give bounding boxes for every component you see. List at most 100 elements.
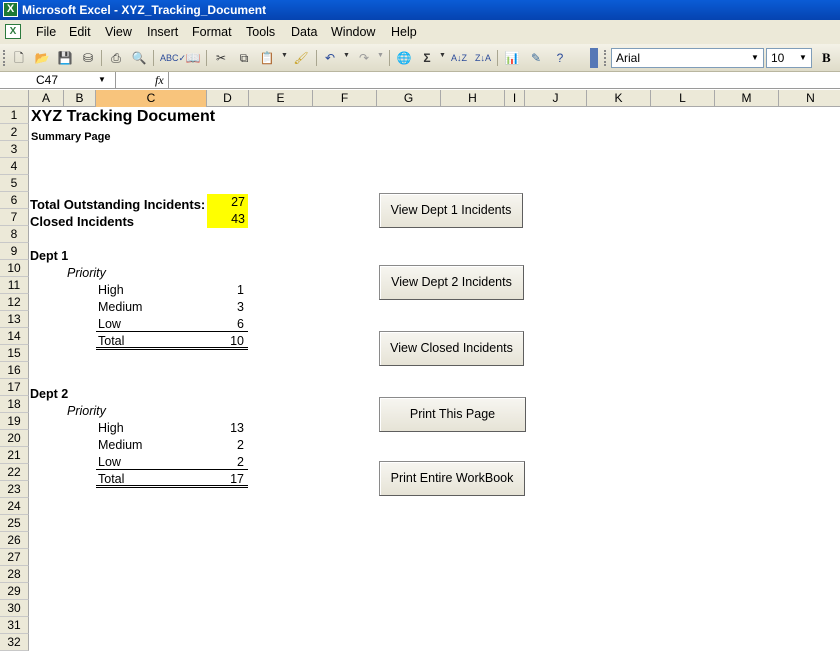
format-painter-icon[interactable]: 🖌 <box>292 49 310 67</box>
view-closed-incidents-button[interactable]: View Closed Incidents <box>379 331 524 366</box>
print-preview-icon[interactable]: 🔍 <box>130 49 148 67</box>
autosum-dropdown-icon[interactable]: ▼ <box>439 52 446 59</box>
column-header-h[interactable]: H <box>441 90 505 107</box>
menu-help[interactable]: Help <box>391 25 417 39</box>
redo-icon[interactable]: ↷ <box>355 49 373 67</box>
sort-ascending-icon[interactable]: A↓Z <box>450 49 468 67</box>
column-header-d[interactable]: D <box>207 90 249 107</box>
column-header-m[interactable]: M <box>715 90 779 107</box>
column-header-c[interactable]: C <box>96 90 207 107</box>
chevron-down-icon[interactable]: ▼ <box>796 50 810 66</box>
row-header[interactable]: 15 <box>0 345 29 362</box>
menu-format[interactable]: Format <box>192 25 232 39</box>
toolbar-grip[interactable] <box>3 50 6 66</box>
row-header[interactable]: 27 <box>0 549 29 566</box>
chevron-down-icon[interactable]: ▼ <box>98 75 106 84</box>
select-all-corner[interactable] <box>0 90 29 107</box>
bold-button[interactable]: B <box>822 50 831 66</box>
menu-tools[interactable]: Tools <box>246 25 275 39</box>
row-header[interactable]: 10 <box>0 260 29 277</box>
view-dept2-incidents-button[interactable]: View Dept 2 Incidents <box>379 265 524 300</box>
row-header[interactable]: 30 <box>0 600 29 617</box>
row-header[interactable]: 24 <box>0 498 29 515</box>
name-box[interactable]: C47 ▼ <box>0 72 116 89</box>
paste-icon[interactable]: 📋 <box>258 49 276 67</box>
copy-icon[interactable]: ⧉ <box>235 49 253 67</box>
column-header-k[interactable]: K <box>587 90 651 107</box>
row-header[interactable]: 20 <box>0 430 29 447</box>
column-header-l[interactable]: L <box>651 90 715 107</box>
menu-window[interactable]: Window <box>331 25 375 39</box>
help-icon[interactable]: ? <box>551 49 569 67</box>
column-header-n[interactable]: N <box>779 90 840 107</box>
row-header[interactable]: 4 <box>0 158 29 175</box>
row-header[interactable]: 17 <box>0 379 29 396</box>
drawing-icon[interactable]: ✎ <box>527 49 545 67</box>
column-header-j[interactable]: J <box>525 90 587 107</box>
document-icon[interactable]: X <box>5 24 21 39</box>
excel-app-icon[interactable]: X <box>3 2 18 17</box>
row-header[interactable]: 22 <box>0 464 29 481</box>
chevron-down-icon[interactable]: ▼ <box>748 50 762 66</box>
column-header-f[interactable]: F <box>313 90 377 107</box>
paste-dropdown-icon[interactable]: ▼ <box>281 52 288 59</box>
worksheet-grid[interactable]: A B C D E F G H I J K L M N 1 2 3 4 5 6 … <box>0 90 840 663</box>
row-header[interactable]: 14 <box>0 328 29 345</box>
menu-view[interactable]: View <box>105 25 132 39</box>
row-header[interactable]: 31 <box>0 617 29 634</box>
spelling-icon[interactable]: ABC✓ <box>160 49 186 67</box>
hyperlink-icon[interactable]: 🌐 <box>395 49 413 67</box>
column-header-i[interactable]: I <box>505 90 525 107</box>
row-header[interactable]: 23 <box>0 481 29 498</box>
print-icon[interactable]: ⎙ <box>107 49 125 67</box>
menu-insert[interactable]: Insert <box>147 25 178 39</box>
toolbar-options-icon[interactable] <box>590 48 598 68</box>
research-icon[interactable]: 📖 <box>184 49 202 67</box>
print-this-page-button[interactable]: Print This Page <box>379 397 526 432</box>
cut-icon[interactable]: ✂ <box>212 49 230 67</box>
row-header[interactable]: 3 <box>0 141 29 158</box>
column-header-e[interactable]: E <box>249 90 313 107</box>
print-entire-workbook-button[interactable]: Print Entire WorkBook <box>379 461 525 496</box>
autosum-icon[interactable]: Σ <box>418 49 436 67</box>
permission-icon[interactable]: ⛁ <box>79 49 97 67</box>
row-header[interactable]: 11 <box>0 277 29 294</box>
menu-file[interactable]: File <box>36 25 56 39</box>
row-header[interactable]: 13 <box>0 311 29 328</box>
column-header-g[interactable]: G <box>377 90 441 107</box>
column-header-b[interactable]: B <box>64 90 96 107</box>
save-icon[interactable]: 💾 <box>56 49 74 67</box>
row-header[interactable]: 21 <box>0 447 29 464</box>
menu-edit[interactable]: Edit <box>69 25 91 39</box>
row-header[interactable]: 12 <box>0 294 29 311</box>
row-header[interactable]: 16 <box>0 362 29 379</box>
open-icon[interactable]: 📂 <box>33 49 51 67</box>
menu-data[interactable]: Data <box>291 25 317 39</box>
insert-function-icon[interactable]: fx <box>155 73 164 88</box>
chart-wizard-icon[interactable]: 📊 <box>503 49 521 67</box>
row-header[interactable]: 9 <box>0 243 29 260</box>
row-header[interactable]: 18 <box>0 396 29 413</box>
row-header[interactable]: 2 <box>0 124 29 141</box>
row-header[interactable]: 6 <box>0 192 29 209</box>
row-header[interactable]: 32 <box>0 634 29 651</box>
new-icon[interactable]: 🗋 <box>10 49 28 67</box>
font-size-select[interactable]: 10 ▼ <box>766 48 812 68</box>
view-dept1-incidents-button[interactable]: View Dept 1 Incidents <box>379 193 523 228</box>
sort-descending-icon[interactable]: Z↓A <box>474 49 492 67</box>
formatting-toolbar-grip[interactable] <box>604 50 607 66</box>
row-header[interactable]: 28 <box>0 566 29 583</box>
font-name-select[interactable]: Arial ▼ <box>611 48 764 68</box>
row-header[interactable]: 5 <box>0 175 29 192</box>
row-header[interactable]: 29 <box>0 583 29 600</box>
undo-icon[interactable]: ↶ <box>321 49 339 67</box>
column-header-a[interactable]: A <box>29 90 64 107</box>
row-header[interactable]: 1 <box>0 107 29 124</box>
row-header[interactable]: 8 <box>0 226 29 243</box>
row-header[interactable]: 26 <box>0 532 29 549</box>
undo-dropdown-icon[interactable]: ▼ <box>343 52 350 59</box>
row-header[interactable]: 7 <box>0 209 29 226</box>
redo-dropdown-icon[interactable]: ▼ <box>377 52 384 59</box>
row-header[interactable]: 19 <box>0 413 29 430</box>
row-header[interactable]: 25 <box>0 515 29 532</box>
